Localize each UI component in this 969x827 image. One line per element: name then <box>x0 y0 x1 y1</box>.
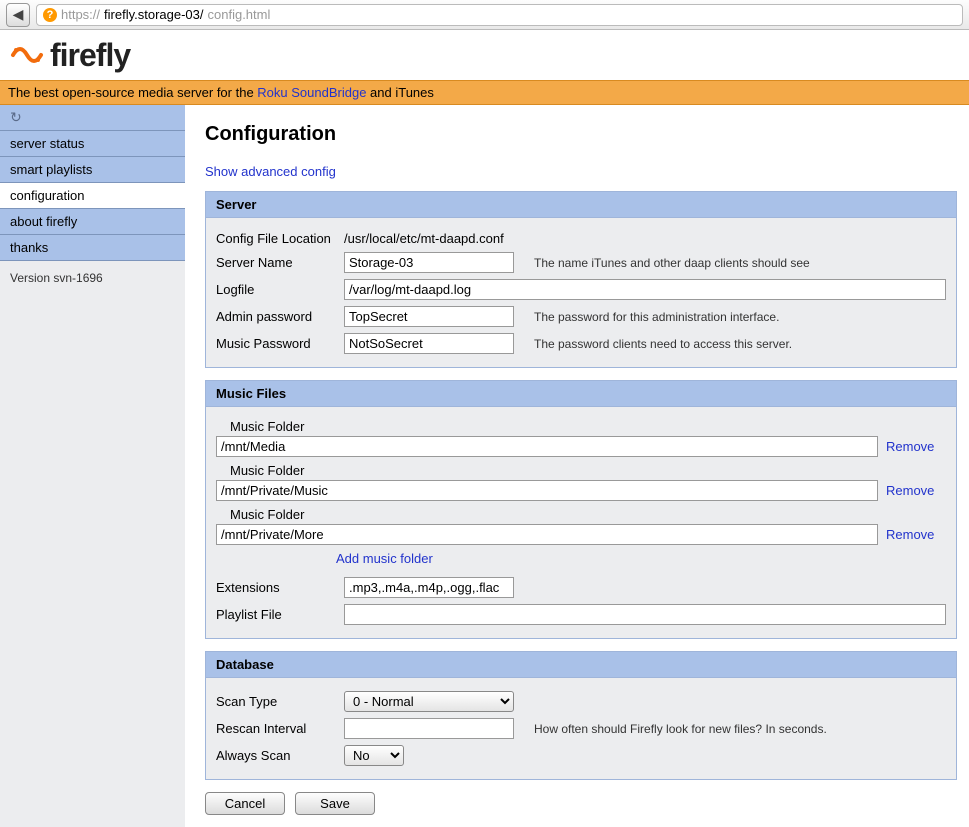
firefly-logo-icon <box>10 38 44 72</box>
playlist-file-input[interactable] <box>344 604 946 625</box>
music-folder-input[interactable] <box>216 436 878 457</box>
tagline-banner: The best open-source media server for th… <box>0 80 969 105</box>
soundbridge-link[interactable]: Roku SoundBridge <box>257 85 366 100</box>
rescan-interval-input[interactable] <box>344 718 514 739</box>
music-files-section-header: Music Files <box>206 381 956 407</box>
rescan-interval-label: Rescan Interval <box>216 721 336 736</box>
page-title: Configuration <box>205 123 957 146</box>
sidebar-item-configuration[interactable]: configuration <box>0 183 185 209</box>
url-protocol: https:// <box>61 7 100 22</box>
admin-password-label: Admin password <box>216 309 336 324</box>
remove-folder-link[interactable]: Remove <box>886 439 946 454</box>
site-identity-icon: ? <box>43 8 57 22</box>
save-button[interactable]: Save <box>295 792 375 815</box>
logfile-input[interactable] <box>344 279 946 300</box>
music-folder-input[interactable] <box>216 524 878 545</box>
show-advanced-link[interactable]: Show advanced config <box>205 164 336 179</box>
music-folder-label: Music Folder <box>216 461 946 480</box>
tagline-prefix: The best open-source media server for th… <box>8 85 257 100</box>
logfile-label: Logfile <box>216 282 336 297</box>
extensions-label: Extensions <box>216 580 336 595</box>
music-folder-label: Music Folder <box>216 417 946 436</box>
always-scan-select[interactable]: No <box>344 745 404 766</box>
music-folder-input[interactable] <box>216 480 878 501</box>
extensions-input[interactable] <box>344 577 514 598</box>
sidebar-item-thanks[interactable]: thanks <box>0 235 185 261</box>
back-button[interactable]: ◀ <box>6 3 30 27</box>
rescan-interval-help: How often should Firefly look for new fi… <box>534 722 827 736</box>
server-section: Server Config File Location /usr/local/e… <box>205 191 957 368</box>
server-name-label: Server Name <box>216 255 336 270</box>
url-path: config.html <box>208 7 271 22</box>
main-content: Configuration Show advanced config Serve… <box>185 105 969 827</box>
admin-password-input[interactable] <box>344 306 514 327</box>
music-password-help: The password clients need to access this… <box>534 337 792 351</box>
music-folder-label: Music Folder <box>216 505 946 524</box>
sidebar-item-server-status[interactable]: server status <box>0 131 185 157</box>
add-music-folder-link[interactable]: Add music folder <box>336 551 433 566</box>
sidebar-item-about-firefly[interactable]: about firefly <box>0 209 185 235</box>
server-name-input[interactable] <box>344 252 514 273</box>
server-section-header: Server <box>206 192 956 218</box>
admin-password-help: The password for this administration int… <box>534 310 779 324</box>
scan-type-select[interactable]: 0 - Normal <box>344 691 514 712</box>
url-host: firefly.storage-03/ <box>104 7 203 22</box>
server-name-help: The name iTunes and other daap clients s… <box>534 256 810 270</box>
remove-folder-link[interactable]: Remove <box>886 527 946 542</box>
music-password-input[interactable] <box>344 333 514 354</box>
sidebar: ↻ server statussmart playlistsconfigurat… <box>0 105 185 827</box>
config-file-value: /usr/local/etc/mt-daapd.conf <box>344 231 504 246</box>
database-section-header: Database <box>206 652 956 678</box>
app-header: firefly <box>0 30 969 80</box>
browser-toolbar: ◀ ? https:// firefly.storage-03/config.ht… <box>0 0 969 30</box>
always-scan-label: Always Scan <box>216 748 336 763</box>
cancel-button[interactable]: Cancel <box>205 792 285 815</box>
version-label: Version svn-1696 <box>0 261 185 295</box>
music-password-label: Music Password <box>216 336 336 351</box>
firefly-logo-text: firefly <box>50 37 130 74</box>
sidebar-item-smart-playlists[interactable]: smart playlists <box>0 157 185 183</box>
config-file-label: Config File Location <box>216 231 336 246</box>
remove-folder-link[interactable]: Remove <box>886 483 946 498</box>
music-files-section: Music Files Music Folder Remove Music Fold… <box>205 380 957 639</box>
reload-icon[interactable]: ↻ <box>0 105 185 131</box>
tagline-suffix: and iTunes <box>366 85 433 100</box>
back-arrow-icon: ◀ <box>13 6 24 23</box>
database-section: Database Scan Type 0 - Normal Rescan Int… <box>205 651 957 780</box>
playlist-file-label: Playlist File <box>216 607 336 622</box>
scan-type-label: Scan Type <box>216 694 336 709</box>
url-bar[interactable]: ? https:// firefly.storage-03/config.html <box>36 4 963 26</box>
